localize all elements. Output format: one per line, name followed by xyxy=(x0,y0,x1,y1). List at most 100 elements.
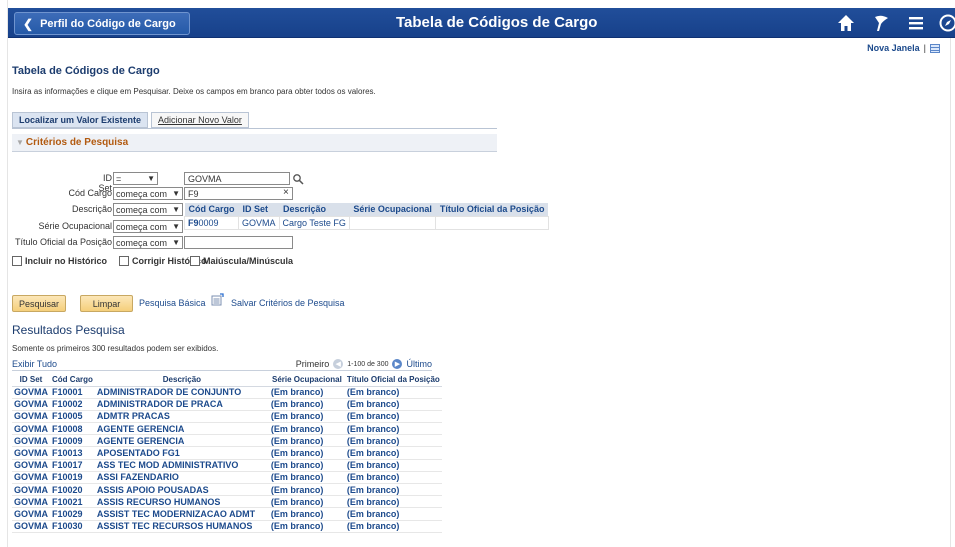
table-row[interactable]: GOVMA F10005 ADMTR PRACAS (Em branco) (Em br… xyxy=(12,410,442,424)
table-row[interactable]: GOVMA F10013 APOSENTADO FG1 (Em branco) (Em … xyxy=(12,446,442,460)
back-button[interactable]: ❮ Perfil do Código de Cargo xyxy=(14,12,190,35)
row-titulo[interactable]: (Em branco) xyxy=(344,520,442,533)
row-descricao[interactable]: AGENTE GERENCIA xyxy=(94,434,269,448)
save-criteria-link[interactable]: Salvar Critérios de Pesquisa xyxy=(231,298,345,308)
row-cod-cargo[interactable]: F10019 xyxy=(50,471,95,485)
flag-icon[interactable] xyxy=(871,13,891,33)
row-descricao[interactable]: ASSI FAZENDARIO xyxy=(94,471,269,485)
clear-field-icon[interactable]: × xyxy=(283,187,289,198)
col-titulo[interactable]: Título Oficial da Posição xyxy=(344,373,442,387)
tab-find-existing[interactable]: Localizar um Valor Existente xyxy=(12,112,149,128)
case-sensitive-checkbox[interactable]: Maiúscula/Minúscula xyxy=(190,256,293,266)
col-id-set[interactable]: ID Set xyxy=(12,373,51,387)
titulo-operator-select[interactable]: começa com ▼ xyxy=(113,236,183,249)
tab-add-new[interactable]: Adicionar Novo Valor xyxy=(151,112,249,128)
save-criteria-icon[interactable] xyxy=(211,293,224,306)
col-cod-cargo[interactable]: Cód Cargo xyxy=(50,373,95,387)
row-descricao[interactable]: ADMTR PRACAS xyxy=(94,410,269,424)
row-serie[interactable]: (Em branco) xyxy=(268,495,345,509)
next-page-icon[interactable]: ▶ xyxy=(392,359,403,369)
show-all-link[interactable]: Exibir Tudo xyxy=(12,359,57,369)
row-cod-cargo[interactable]: F10009 xyxy=(50,434,95,448)
row-cod-cargo[interactable]: F10017 xyxy=(50,459,95,472)
row-id-set[interactable]: GOVMA xyxy=(12,471,51,485)
row-serie[interactable]: (Em branco) xyxy=(268,483,345,497)
menu-icon[interactable] xyxy=(906,13,926,33)
suggestion-serie[interactable] xyxy=(348,215,437,230)
row-titulo[interactable]: (Em branco) xyxy=(344,422,442,436)
row-serie[interactable]: (Em branco) xyxy=(268,520,345,533)
include-history-checkbox[interactable]: Incluir no Histórico xyxy=(12,256,107,266)
row-descricao[interactable]: APOSENTADO FG1 xyxy=(94,446,269,460)
row-id-set[interactable]: GOVMA xyxy=(12,410,51,424)
pager-first[interactable]: Primeiro xyxy=(296,359,330,369)
table-row[interactable]: GOVMA F10020 ASSIS APOIO POUSADAS (Em branc… xyxy=(12,483,442,497)
row-id-set[interactable]: GOVMA xyxy=(12,495,51,509)
row-serie[interactable]: (Em branco) xyxy=(268,422,345,436)
id-set-operator-select[interactable]: = ▼ xyxy=(113,172,158,185)
home-icon[interactable] xyxy=(836,13,856,33)
row-serie[interactable]: (Em branco) xyxy=(268,459,345,472)
row-descricao[interactable]: ASS TEC MOD ADMINISTRATIVO xyxy=(94,459,269,472)
suggestion-id-set[interactable]: GOVMA xyxy=(238,215,280,230)
row-serie[interactable]: (Em branco) xyxy=(268,434,345,448)
clear-button[interactable]: Limpar xyxy=(80,295,133,312)
table-row[interactable]: GOVMA F10021 ASSIS RECURSO HUMANOS (Em bran… xyxy=(12,495,442,509)
row-titulo[interactable]: (Em branco) xyxy=(344,459,442,472)
cod-cargo-input[interactable]: F9 xyxy=(184,187,293,200)
row-id-set[interactable]: GOVMA xyxy=(12,483,51,497)
row-serie[interactable]: (Em branco) xyxy=(268,386,345,399)
row-cod-cargo[interactable]: F10029 xyxy=(50,507,95,521)
row-cod-cargo[interactable]: F10020 xyxy=(50,483,95,497)
collapse-triangle-icon[interactable]: ▼ xyxy=(16,138,24,147)
row-descricao[interactable]: AGENTE GERENCIA xyxy=(94,422,269,436)
row-titulo[interactable]: (Em branco) xyxy=(344,446,442,460)
table-row[interactable]: GOVMA F10029 ASSIST TEC MODERNIZACAO ADMT(… xyxy=(12,507,442,521)
descricao-operator-select[interactable]: começa com ▼ xyxy=(113,203,183,216)
row-titulo[interactable]: (Em branco) xyxy=(344,495,442,509)
table-row[interactable]: GOVMA F10009 AGENTE GERENCIA (Em branco) (Em… xyxy=(12,434,442,448)
row-id-set[interactable]: GOVMA xyxy=(12,422,51,436)
id-set-input[interactable]: GOVMA xyxy=(184,172,290,185)
suggestion-titulo[interactable] xyxy=(435,215,549,230)
personalize-grid-icon[interactable] xyxy=(930,43,940,53)
row-titulo[interactable]: (Em branco) xyxy=(344,471,442,485)
basic-search-link[interactable]: Pesquisa Básica xyxy=(139,298,206,308)
new-window-link[interactable]: Nova Janela | xyxy=(867,43,940,53)
row-cod-cargo[interactable]: F10013 xyxy=(50,446,95,460)
search-button[interactable]: Pesquisar xyxy=(12,295,66,312)
row-id-set[interactable]: GOVMA xyxy=(12,398,51,411)
row-cod-cargo[interactable]: F10030 xyxy=(50,520,95,533)
row-serie[interactable]: (Em branco) xyxy=(268,446,345,460)
row-cod-cargo[interactable]: F10001 xyxy=(50,386,95,399)
pager-last[interactable]: Último xyxy=(406,359,432,369)
row-titulo[interactable]: (Em branco) xyxy=(344,386,442,399)
row-descricao[interactable]: ADMINISTRADOR DE PRACA xyxy=(94,398,269,411)
row-titulo[interactable]: (Em branco) xyxy=(344,483,442,497)
row-id-set[interactable]: GOVMA xyxy=(12,434,51,448)
row-cod-cargo[interactable]: F10021 xyxy=(50,495,95,509)
row-cod-cargo[interactable]: F10005 xyxy=(50,410,95,424)
table-row[interactable]: GOVMA F10001 ADMINISTRADOR DE CONJUNTO (Em … xyxy=(12,386,442,399)
table-row[interactable]: GOVMA F10019 ASSI FAZENDARIO (Em branco) (Em… xyxy=(12,471,442,485)
row-descricao[interactable]: ASSIS RECURSO HUMANOS xyxy=(94,495,269,509)
table-row[interactable]: GOVMA F10008 AGENTE GERENCIA (Em branco) (Em… xyxy=(12,422,442,436)
row-descricao[interactable]: ASSIS APOIO POUSADAS xyxy=(94,483,269,497)
row-titulo[interactable]: (Em branco) xyxy=(344,398,442,411)
suggestion-row[interactable]: F90009 GOVMA Cargo Teste FG xyxy=(184,215,549,230)
table-row[interactable]: GOVMA F10002 ADMINISTRADOR DE PRACA (Em bra… xyxy=(12,398,442,411)
checkbox-box[interactable] xyxy=(12,256,22,266)
row-cod-cargo[interactable]: F10002 xyxy=(50,398,95,411)
search-criteria-header[interactable]: ▼ Critérios de Pesquisa xyxy=(12,134,497,152)
table-row[interactable]: GOVMA F10030 ASSIST TEC RECURSOS HUMANOS (E… xyxy=(12,520,442,533)
row-descricao[interactable]: ASSIST TEC MODERNIZACAO ADMT xyxy=(94,507,269,521)
table-row[interactable]: GOVMA F10017 ASS TEC MOD ADMINISTRATIVO (Em… xyxy=(12,459,442,472)
row-serie[interactable]: (Em branco) xyxy=(268,398,345,411)
row-serie[interactable]: (Em branco) xyxy=(268,471,345,485)
row-titulo[interactable]: (Em branco) xyxy=(344,410,442,424)
row-descricao[interactable]: ADMINISTRADOR DE CONJUNTO xyxy=(94,386,269,399)
serie-operator-select[interactable]: começa com ▼ xyxy=(113,220,183,233)
col-descricao[interactable]: Descrição xyxy=(94,373,269,387)
row-id-set[interactable]: GOVMA xyxy=(12,520,51,533)
prev-page-icon[interactable]: ◀ xyxy=(333,359,344,369)
